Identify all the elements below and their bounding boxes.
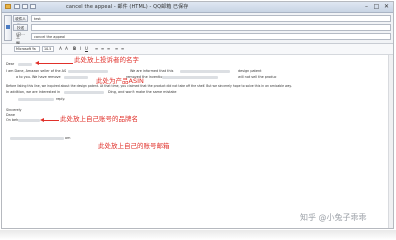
window-title: cancel the appeal - 邮件 (HTML) - QQ邮箱 已保存 <box>66 4 189 10</box>
redo-icon[interactable] <box>30 4 36 9</box>
body-line-2c: will not sell the produc <box>238 75 277 79</box>
body-line-2: a to you. We have remove <box>16 75 61 79</box>
mail-app-icon <box>5 4 11 9</box>
to-field[interactable]: test <box>31 15 391 22</box>
body-line-4b: Ding, and won't make the same mistake <box>108 90 177 94</box>
cc-button[interactable]: 抄送(C)... <box>13 24 28 36</box>
annotation-complainant-name: 此处放上投诉者的名字 <box>74 56 139 64</box>
numbering-button[interactable]: ≡ <box>120 46 125 52</box>
body-line-1b: We are informed that this <box>130 69 174 73</box>
maximize-button[interactable]: □ <box>372 3 381 10</box>
message-body-editor[interactable]: Dear I am Dane, Amazon seller of the AS … <box>2 55 393 228</box>
message-headers: 收件人(I)... test 抄送(C)... 主题(U): cancel th… <box>2 13 393 53</box>
window-shadow <box>0 230 396 240</box>
body-line-5: reply. <box>56 97 66 101</box>
body-line-1c: design patent <box>238 69 262 73</box>
editor-scrollbar[interactable] <box>388 55 393 228</box>
redacted-text <box>180 70 230 73</box>
email-suffix: om <box>65 136 71 140</box>
align-center-button[interactable]: ≡ <box>100 46 105 52</box>
annotation-brand-name: 此处放上自己账号的品牌名 <box>60 115 138 123</box>
annotation-arrow-head <box>35 61 39 65</box>
closing-text: Sincerely <box>6 108 22 112</box>
send-button[interactable] <box>4 15 12 41</box>
redacted-text <box>18 98 54 101</box>
grow-font-button[interactable]: A <box>58 46 63 52</box>
redacted-email <box>10 137 64 140</box>
underline-button[interactable]: U <box>84 46 89 52</box>
body-line-1: I am Dane, Amazon seller of the AS <box>6 69 67 73</box>
greeting-text: Dear <box>6 62 15 66</box>
redacted-asin <box>68 70 108 73</box>
align-left-button[interactable]: ≡ <box>94 46 99 52</box>
sender-name: Dane <box>6 113 15 117</box>
bold-button[interactable]: B <box>72 46 77 52</box>
to-button[interactable]: 收件人(I)... <box>13 15 28 27</box>
redacted-text <box>162 76 218 79</box>
shrink-font-button[interactable]: A <box>64 46 69 52</box>
align-right-button[interactable]: ≡ <box>106 46 111 52</box>
minimize-button[interactable]: – <box>362 3 371 10</box>
annotation-asin: 此处为产品ASIN <box>96 77 144 85</box>
annotation-email: 此处放上自己的账号邮箱 <box>98 142 170 150</box>
body-line-4: In addition, we are interested in <box>6 90 61 94</box>
italic-button[interactable]: I <box>78 46 83 52</box>
subject-field[interactable]: cancel the appeal <box>31 33 391 40</box>
save-icon[interactable] <box>14 4 20 9</box>
undo-icon[interactable] <box>22 4 28 9</box>
redacted-brand <box>18 119 40 122</box>
annotation-arrow-head <box>40 118 44 122</box>
cc-field[interactable] <box>31 24 391 31</box>
send-icon <box>6 25 10 29</box>
font-select[interactable]: Microsoft Ya <box>14 46 40 52</box>
annotation-arrow <box>39 63 73 64</box>
close-button[interactable]: ✕ <box>382 3 391 10</box>
font-size-select[interactable]: 10.5 <box>42 46 54 52</box>
redacted-text <box>64 91 104 94</box>
bullets-button[interactable]: ≡ <box>114 46 119 52</box>
on-behalf-text: On beh <box>6 118 19 122</box>
annotation-arrow <box>44 120 59 121</box>
redacted-name <box>18 63 32 66</box>
title-bar: cancel the appeal - 邮件 (HTML) - QQ邮箱 已保存… <box>2 2 393 13</box>
body-line-3: Before listing this line, we inquired ab… <box>6 84 292 88</box>
redacted-text <box>64 76 88 79</box>
format-toolbar: Microsoft Ya 10.5 A A B I U ≡ ≡ ≡ ≡ ≡ <box>2 44 393 55</box>
email-compose-window: cancel the appeal - 邮件 (HTML) - QQ邮箱 已保存… <box>1 1 394 229</box>
watermark-text: 知乎 @小兔子乖乖 <box>300 213 367 222</box>
